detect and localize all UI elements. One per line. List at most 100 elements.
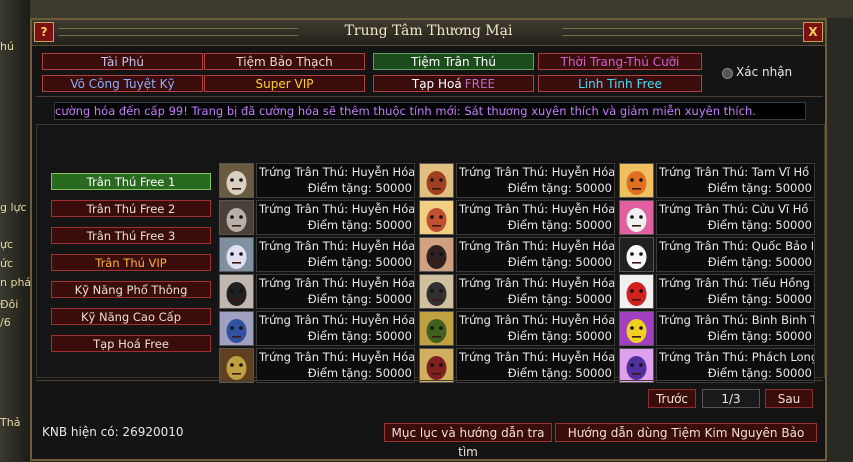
item-info: Trứng Trân Thú: Huyễn Hóa Điểm tặng: 5000… xyxy=(256,163,415,198)
item-points: Điểm tặng: 50000 xyxy=(507,218,612,232)
tab-label-suffix: FREE xyxy=(464,77,496,91)
shop-item[interactable]: Trứng Trân Thú: Huyễn Hóa Điểm tặng: 5000… xyxy=(419,237,615,272)
category-button[interactable]: Kỹ Năng Cao Cấp xyxy=(51,308,211,325)
shop-item[interactable]: Trứng Trân Thú: Huyễn Hóa Điểm tặng: 5000… xyxy=(419,348,615,383)
scholar-portrait-icon[interactable] xyxy=(419,274,454,309)
title-bar[interactable]: ? Trung Tâm Thương Mại X xyxy=(32,20,825,46)
item-name: Trứng Trân Thú: Huyễn Hóa xyxy=(259,350,415,364)
guide-search-button[interactable]: Mục lục và hướng dẫn tra tìm xyxy=(384,423,552,459)
shop-item[interactable]: Trứng Trân Thú: Huyễn Hóa Điểm tặng: 5000… xyxy=(219,311,415,346)
item-name: Trứng Trân Thú: Phách Long xyxy=(659,350,815,364)
item-name: Trứng Trân Thú: Tam Vĩ Hồ xyxy=(659,165,810,179)
item-name: Trứng Trân Thú: Huyễn Hóa xyxy=(259,239,415,253)
shop-item[interactable]: Trứng Trân Thú: Huyễn Hóa Điểm tặng: 5000… xyxy=(419,200,615,235)
shop-tab[interactable]: Tiệm Trân Thú xyxy=(373,53,534,70)
shop-item[interactable]: Trứng Trân Thú: Huyễn Hóa Điểm tặng: 5000… xyxy=(219,200,415,235)
item-info: Trứng Trân Thú: Quốc Bảo I Điểm tặng: 500… xyxy=(656,237,815,272)
white-hair-elder-portrait-icon[interactable] xyxy=(219,163,254,198)
category-button[interactable]: Trân Thú Free 2 xyxy=(51,200,211,217)
next-page-button[interactable]: Sau xyxy=(765,389,813,408)
shop-item[interactable]: Trứng Trân Thú: Quốc Bảo I Điểm tặng: 500… xyxy=(619,237,815,272)
background-left-panel: hú g lực ực ức n pháp Đôi /6 Thả xyxy=(0,0,38,461)
shop-tab[interactable]: Linh Tinh Free xyxy=(538,75,702,92)
item-points: Điểm tặng: 50000 xyxy=(707,181,812,195)
shop-tab[interactable]: Super VIP xyxy=(204,75,365,92)
close-button[interactable]: X xyxy=(803,22,823,42)
young-man-portrait-icon[interactable] xyxy=(419,237,454,272)
item-info: Trứng Trân Thú: Huyễn Hóa Điểm tặng: 5000… xyxy=(456,237,615,272)
item-name: Trứng Trân Thú: Quốc Bảo I xyxy=(659,239,815,253)
shop-tab[interactable]: Thời Trang-Thú Cưỡi xyxy=(538,53,702,70)
tab-label: Thời Trang-Thú Cưỡi xyxy=(560,55,680,69)
item-info: Trứng Trân Thú: Huyễn Hóa Điểm tặng: 5000… xyxy=(256,348,415,383)
item-points: Điểm tặng: 50000 xyxy=(707,292,812,306)
confirm-radio[interactable] xyxy=(722,68,733,79)
shop-guide-button[interactable]: Hướng dẫn dùng Tiệm Kim Nguyên Bảo xyxy=(555,423,817,442)
item-name: Trứng Trân Thú: Huyễn Hóa xyxy=(459,350,615,364)
shop-tab[interactable]: Võ Công Tuyệt Kỹ xyxy=(42,75,203,92)
red-mask-portrait-icon[interactable] xyxy=(419,200,454,235)
bg-fragment: g lực xyxy=(0,201,27,214)
item-name: Trứng Trân Thú: Tiểu Hồng xyxy=(659,276,810,290)
item-points: Điểm tặng: 50000 xyxy=(307,255,412,269)
item-name: Trứng Trân Thú: Binh Binh T xyxy=(659,313,815,327)
item-points: Điểm tặng: 50000 xyxy=(707,329,812,343)
nine-tail-fox-icon[interactable] xyxy=(619,200,654,235)
shop-window: ? Trung Tâm Thương Mại X Tài Phú Tiệm Bảo… xyxy=(30,18,827,461)
bg-fragment: ực xyxy=(0,238,14,251)
three-tail-fox-icon[interactable] xyxy=(619,163,654,198)
item-info: Trứng Trân Thú: Huyễn Hóa Điểm tặng: 5000… xyxy=(256,311,415,346)
item-info: Trứng Trân Thú: Tiểu Hồng Điểm tặng: 5000… xyxy=(656,274,815,309)
blue-demon-portrait-icon[interactable] xyxy=(219,311,254,346)
grey-hair-elder-portrait-icon[interactable] xyxy=(219,200,254,235)
panda-icon[interactable] xyxy=(619,237,654,272)
bg-fragment: Thả xyxy=(0,416,21,429)
item-points: Điểm tặng: 50000 xyxy=(707,255,812,269)
bg-fragment: /6 xyxy=(0,316,11,329)
shop-item[interactable]: Trứng Trân Thú: Huyễn Hóa Điểm tặng: 5000… xyxy=(219,348,415,383)
shop-tab[interactable]: Tiệm Bảo Thạch xyxy=(204,53,365,70)
item-panel: Trân Thú Free 1 Trân Thú Free 2 Trân Thú F… xyxy=(36,124,825,383)
black-hair-woman-portrait-icon[interactable] xyxy=(219,274,254,309)
item-points: Điểm tặng: 50000 xyxy=(507,329,612,343)
shop-item[interactable]: Trứng Trân Thú: Huyễn Hóa Điểm tặng: 5000… xyxy=(219,163,415,198)
category-button[interactable]: Trân Thú VIP xyxy=(51,254,211,271)
divider xyxy=(36,380,823,381)
shop-item[interactable]: Trứng Trân Thú: Huyễn Hóa Điểm tặng: 5000… xyxy=(419,274,615,309)
tab-label: Super VIP xyxy=(255,77,314,91)
shop-item[interactable]: Trứng Trân Thú: Huyễn Hóa Điểm tặng: 5000… xyxy=(419,311,615,346)
shop-item[interactable]: Trứng Trân Thú: Huyễn Hóa Điểm tặng: 5000… xyxy=(219,237,415,272)
announcement-marquee: cường hóa đến cấp 99! Trang bị đã cường … xyxy=(54,102,806,120)
item-points: Điểm tặng: 50000 xyxy=(307,366,412,380)
bg-fragment: hú xyxy=(0,40,14,53)
yellow-chick-icon[interactable] xyxy=(619,311,654,346)
shop-tab[interactable]: Tạp Hoá FREE xyxy=(373,75,534,92)
category-button[interactable]: Tạp Hoá Free xyxy=(51,335,211,352)
item-points: Điểm tặng: 50000 xyxy=(507,181,612,195)
purple-creature-icon[interactable] xyxy=(619,348,654,383)
red-general-portrait-icon[interactable] xyxy=(419,348,454,383)
shop-item[interactable]: Trứng Trân Thú: Tiểu Hồng Điểm tặng: 5000… xyxy=(619,274,815,309)
shop-item[interactable]: Trứng Trân Thú: Tam Vĩ Hồ Điểm tặng: 5000… xyxy=(619,163,815,198)
shop-item[interactable]: Trứng Trân Thú: Binh Binh T Điểm tặng: 50… xyxy=(619,311,815,346)
item-info: Trứng Trân Thú: Tam Vĩ Hồ Điểm tặng: 5000… xyxy=(656,163,815,198)
item-name: Trứng Trân Thú: Huyễn Hóa xyxy=(259,276,415,290)
tab-label: Võ Công Tuyệt Kỹ xyxy=(70,77,175,91)
shop-item[interactable]: Trứng Trân Thú: Huyễn Hóa Điểm tặng: 5000… xyxy=(419,163,615,198)
red-bird-icon[interactable] xyxy=(619,274,654,309)
shop-item[interactable]: Trứng Trân Thú: Cửu Vĩ Hồ Điểm tặng: 5000… xyxy=(619,200,815,235)
green-general-portrait-icon[interactable] xyxy=(419,311,454,346)
shop-item[interactable]: Trứng Trân Thú: Phách Long Điểm tặng: 500… xyxy=(619,348,815,383)
golden-warrior-portrait-icon[interactable] xyxy=(219,348,254,383)
item-points: Điểm tặng: 50000 xyxy=(707,366,812,380)
category-button[interactable]: Trân Thú Free 3 xyxy=(51,227,211,244)
category-button[interactable]: Kỹ Năng Phổ Thông xyxy=(51,281,211,298)
shop-tab[interactable]: Tài Phú xyxy=(42,53,203,70)
category-button[interactable]: Trân Thú Free 1 xyxy=(51,173,211,190)
masked-warrior-portrait-icon[interactable] xyxy=(419,163,454,198)
prev-page-button[interactable]: Trước xyxy=(648,389,696,408)
item-info: Trứng Trân Thú: Huyễn Hóa Điểm tặng: 5000… xyxy=(456,274,615,309)
shop-item[interactable]: Trứng Trân Thú: Huyễn Hóa Điểm tặng: 5000… xyxy=(219,274,415,309)
background-top-bar xyxy=(0,0,853,18)
white-hair-lady-portrait-icon[interactable] xyxy=(219,237,254,272)
